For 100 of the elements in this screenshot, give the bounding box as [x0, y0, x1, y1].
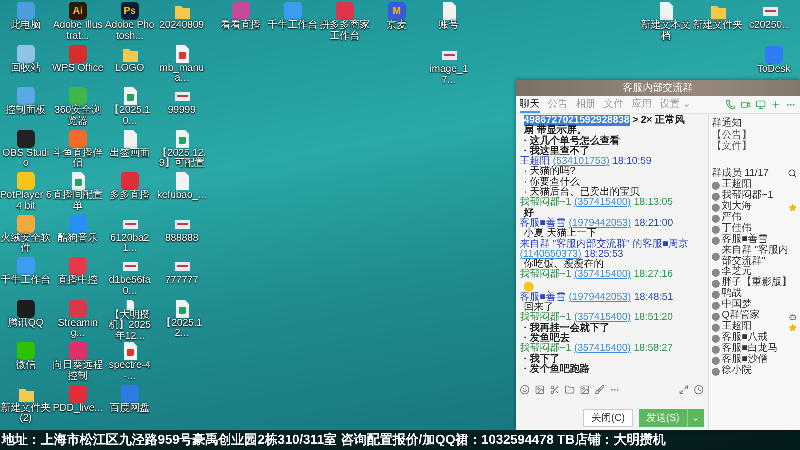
smile-icon[interactable] — [520, 384, 530, 394]
desktop-icon-label[interactable]: d1be56fa0... — [104, 276, 156, 297]
desktop-icon-label[interactable]: 火绒安全软件 — [0, 234, 52, 254]
desktop-icon-label[interactable]: 888888 — [165, 234, 199, 244]
image-icon[interactable] — [580, 384, 590, 394]
desktop-icon-label[interactable]: mb_manua... — [156, 64, 208, 84]
search-icon[interactable] — [788, 168, 797, 178]
desktop-icon-label[interactable]: 向日葵远程控制 — [52, 361, 104, 382]
desktop-icon-label[interactable]: PotPlayer 64 bit — [0, 191, 52, 212]
message-text: 小夏 天猫上一下 — [524, 229, 597, 240]
tab[interactable]: 设置 ⌄ — [660, 96, 692, 112]
tab[interactable]: 应用 — [632, 96, 652, 112]
scissors-icon[interactable] — [550, 384, 560, 394]
desktop-icon-label[interactable]: 酷狗音乐 — [58, 234, 98, 244]
desktop-icon-label[interactable]: Adobe Photosh... — [104, 21, 156, 42]
desktop-icon-label[interactable]: 此电脑 — [11, 21, 41, 32]
desktop-icon-label[interactable]: 百度网盘 — [110, 404, 150, 414]
message-text: · 这几个单号怎么查看 — [523, 136, 622, 147]
phone-icon[interactable] — [726, 100, 736, 110]
desktop-icon-label[interactable]: ToDesk — [757, 65, 791, 76]
desktop-icon-label[interactable]: 多多直播 — [110, 191, 150, 202]
desktop-icon-label[interactable]: 直播间配置单 — [52, 191, 104, 212]
desktop-icon-label[interactable]: 控制面板 — [6, 106, 46, 116]
desktop-icon-label[interactable]: 360安全浏览器 — [52, 106, 104, 127]
qq-number-link[interactable]: (1979442053) — [569, 218, 632, 230]
member-name[interactable]: 来自群 "客服内部交流群" — [722, 246, 797, 267]
desktop-icon-label[interactable]: 99999 — [168, 106, 196, 116]
video-icon[interactable] — [741, 100, 751, 110]
desktop-icon-label[interactable]: 账号 — [439, 21, 459, 32]
qq-number-link[interactable]: (357415400) — [574, 198, 632, 209]
desktop-icon-label[interactable]: 新建文本文档 — [640, 21, 692, 42]
desktop-icon-label[interactable]: 【2025.12... — [156, 318, 208, 340]
member-name[interactable]: 客服■沙僧 — [722, 355, 797, 366]
qq-number-link[interactable]: (357415400) — [574, 344, 632, 355]
desktop-icon-label[interactable]: 【2025.12.9】可配置 — [156, 148, 208, 170]
clock-icon[interactable] — [694, 384, 704, 394]
desktop-icon-label[interactable]: 6120ba21... — [104, 234, 156, 254]
desktop-icon-label[interactable]: 新建文件夹 — [693, 21, 743, 32]
desktop-icon-label[interactable]: WPS Office — [52, 64, 104, 74]
member-name[interactable]: 我帮闷郡~1 — [722, 191, 797, 202]
tab[interactable]: 相册 — [576, 96, 596, 112]
picture-icon[interactable] — [535, 384, 545, 394]
desktop-icon-label[interactable]: image_17... — [423, 65, 475, 86]
member-name[interactable]: 严伟 — [722, 213, 797, 224]
desktop-icon-label[interactable]: 腾讯QQ — [8, 318, 44, 329]
qq-number-link[interactable]: (357415400) — [574, 270, 632, 281]
tab[interactable]: 聊天 — [520, 96, 540, 112]
document-icon — [658, 2, 674, 20]
desktop-icon-label[interactable]: LOGO — [116, 64, 144, 74]
plus-icon[interactable] — [771, 100, 781, 110]
member-name[interactable]: 胖子【重影版】 — [722, 278, 797, 289]
close-button[interactable]: 关闭(C) — [583, 409, 634, 427]
qq-number-link[interactable]: (534101753) — [553, 157, 610, 168]
monitor-icon[interactable] — [756, 100, 766, 110]
tab[interactable]: 公告 — [548, 96, 568, 112]
member-name[interactable]: 李芝元 — [722, 267, 797, 278]
notice-item[interactable]: 【文件】 — [712, 141, 797, 152]
expand-icon[interactable] — [679, 384, 689, 394]
member-name[interactable]: 王超阳 — [722, 322, 787, 333]
desktop-icon-label[interactable]: 直播中控 — [58, 276, 98, 286]
member-name[interactable]: Q群管家 — [722, 311, 787, 322]
folder-icon[interactable] — [565, 384, 575, 394]
desktop-icon-label[interactable]: 微信 — [16, 361, 36, 372]
desktop-icon-label[interactable]: Adobe Illustrat... — [52, 21, 104, 42]
desktop-icon-label[interactable]: 看看直播 — [221, 21, 261, 32]
spreadsheet-icon — [174, 130, 190, 148]
tab[interactable]: 文件 — [604, 96, 624, 112]
desktop-icon-label[interactable]: OBS Studio — [0, 148, 52, 170]
member-name[interactable]: 徐小院 — [722, 366, 797, 377]
desktop-icon-label[interactable]: 千牛工作台 — [268, 21, 318, 32]
qq-number-link[interactable]: (357415400) — [574, 313, 632, 324]
member-name[interactable]: 王超阳 — [722, 180, 797, 191]
sender-name: 我帮闷郡~1 — [520, 198, 572, 208]
desktop-icon-label[interactable]: PDD_live... — [52, 404, 103, 414]
member-name[interactable]: 客服■善雪 — [722, 235, 797, 246]
member-name[interactable]: 丁佳伟 — [722, 224, 797, 235]
member-name[interactable]: 中国梦 — [722, 300, 797, 311]
notice-item[interactable]: 【公告】 — [712, 130, 797, 141]
desktop-icon-label[interactable]: spectre-4-... — [104, 361, 156, 382]
member-name[interactable]: 客服■八戒 — [722, 333, 797, 344]
member-name[interactable]: 鸭战 — [722, 289, 797, 300]
desktop-icon-label[interactable]: 出签画面 — [110, 148, 150, 159]
desktop-icon-label[interactable]: 新建文件夹(2) — [0, 404, 52, 424]
desktop-icon-label[interactable]: Streaming... — [52, 318, 104, 340]
desktop-icon-label[interactable]: 斗鱼直播伴侣 — [52, 148, 104, 170]
desktop-icon-label[interactable]: 【2025.10... — [104, 106, 156, 127]
desktop-icon-label[interactable]: kefubao_... — [157, 191, 207, 202]
member-name[interactable]: 客服■白龙马 — [722, 344, 797, 355]
qq-number-link[interactable]: (1979442053) — [569, 292, 632, 304]
desktop-icon-label[interactable]: 拼多多商家工作台 — [319, 21, 371, 42]
desktop-icon-label[interactable]: 京麦 — [387, 21, 407, 32]
member-name[interactable]: 刘大海 — [722, 202, 787, 213]
desktop-icon-label[interactable]: c20250... — [749, 21, 791, 32]
desktop-icon-label[interactable]: 【大明攒机】2025年12... — [104, 310, 156, 342]
desktop-icon-label[interactable]: 千牛工作台 — [1, 276, 51, 286]
desktop-icon-label[interactable]: 777777 — [165, 276, 199, 286]
brush-icon[interactable] — [595, 384, 605, 394]
desktop-icon-label[interactable]: 回收站 — [11, 64, 41, 74]
message-text: 4986727021592928838 > 2× 正常风扇 带显示屏。 — [523, 116, 686, 136]
desktop-icon-label[interactable]: 20240809 — [160, 21, 204, 32]
